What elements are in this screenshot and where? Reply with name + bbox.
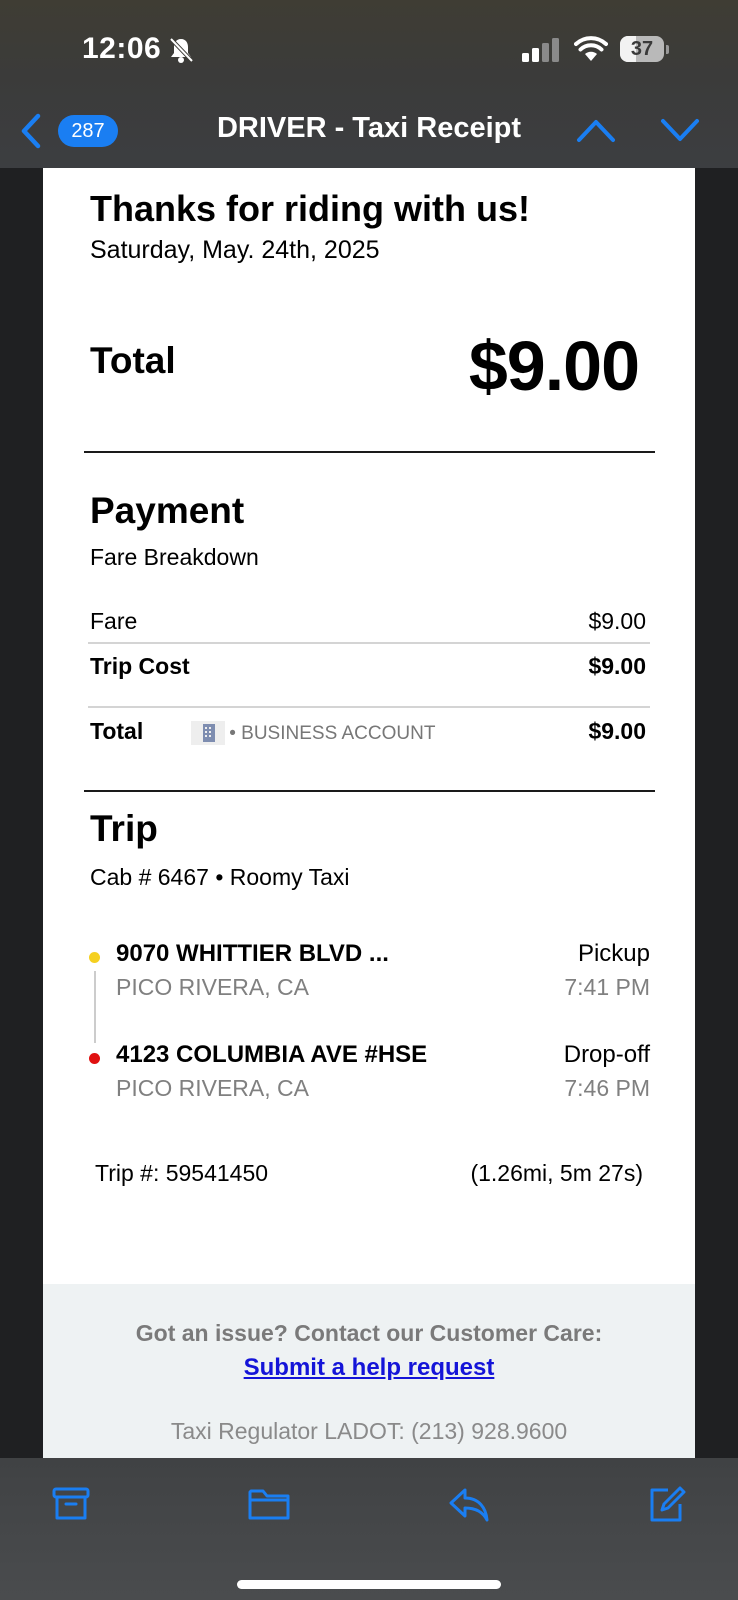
next-message-icon[interactable]	[660, 114, 700, 146]
compose-icon[interactable]	[648, 1486, 686, 1524]
route-line	[94, 971, 96, 1043]
regulator-info: Taxi Regulator LADOT: (213) 928.9600	[170, 1418, 568, 1444]
pickup-time: 7:41 PM	[564, 974, 650, 1000]
fare-row: Fare $9.00	[90, 608, 646, 640]
battery-percent: 37	[630, 38, 654, 60]
fare-label: Fare	[90, 608, 138, 634]
pickup-address: 9070 WHITTIER BLVD ...	[116, 940, 389, 967]
payment-total-row: Total • BUSINESS ACCOUNT $9.00	[90, 718, 646, 750]
folder-icon[interactable]	[248, 1486, 290, 1522]
trip-cost-label: Trip Cost	[90, 653, 190, 679]
top-bar: 12:06 37 287 DRIVER - Taxi Receipt	[0, 0, 738, 168]
dropoff-dot	[89, 1053, 100, 1064]
reply-icon[interactable]	[448, 1486, 490, 1524]
cellular-signal-icon	[522, 38, 559, 62]
bell-slash-icon	[169, 37, 194, 63]
dropoff-address: 4123 COLUMBIA AVE #HSE	[116, 1041, 428, 1068]
cab-info: Cab # 6467 • Roomy Taxi	[90, 864, 350, 890]
total-amount: $9.00	[468, 327, 640, 405]
business-building-icon	[191, 720, 226, 745]
wifi-icon	[574, 36, 608, 61]
receipt-heading: Thanks for riding with us!	[90, 188, 530, 229]
trip-number: Trip #: 59541450	[95, 1160, 269, 1186]
bottom-toolbar	[0, 1458, 738, 1600]
trip-cost-value: $9.00	[588, 653, 646, 679]
dropoff-time: 7:46 PM	[564, 1075, 650, 1101]
pickup-city: PICO RIVERA, CA	[116, 974, 309, 1000]
payment-title: Payment	[90, 490, 245, 531]
battery-tip	[666, 45, 669, 54]
dropoff-city: PICO RIVERA, CA	[116, 1075, 309, 1101]
fare-value: $9.00	[588, 608, 646, 634]
trip-distance: (1.26mi, 5m 27s)	[470, 1160, 643, 1186]
pickup-dot	[89, 952, 100, 963]
divider	[84, 451, 655, 453]
receipt-date: Saturday, May. 24th, 2025	[90, 236, 380, 264]
payment-total-label-group: Total • BUSINESS ACCOUNT	[90, 718, 435, 745]
payment-total-value: $9.00	[588, 718, 646, 744]
row-divider	[88, 706, 650, 708]
row-divider	[88, 642, 650, 644]
email-body[interactable]: Thanks for riding with us! Saturday, May…	[43, 168, 695, 1458]
divider	[84, 790, 655, 792]
dropoff-label: Drop-off	[563, 1041, 650, 1068]
payment-total-label: Total	[90, 718, 144, 744]
trip-title: Trip	[90, 808, 158, 849]
customer-care-text: Got an issue? Contact our Customer Care:	[135, 1320, 603, 1346]
page-title: DRIVER - Taxi Receipt	[216, 112, 522, 144]
total-label: Total	[90, 340, 176, 381]
fare-breakdown-label: Fare Breakdown	[90, 544, 259, 570]
home-indicator	[237, 1580, 501, 1589]
battery-icon: 37	[620, 36, 664, 62]
trip-cost-row: Trip Cost $9.00	[90, 653, 646, 685]
battery-indicator: 37	[620, 36, 670, 64]
previous-message-icon[interactable]	[576, 114, 616, 146]
status-time: 12:06	[82, 32, 162, 65]
business-account-label: • BUSINESS ACCOUNT	[229, 723, 436, 744]
pickup-label: Pickup	[577, 940, 650, 967]
archive-icon[interactable]	[52, 1486, 90, 1522]
help-request-link[interactable]: Submit a help request	[43, 1354, 695, 1382]
